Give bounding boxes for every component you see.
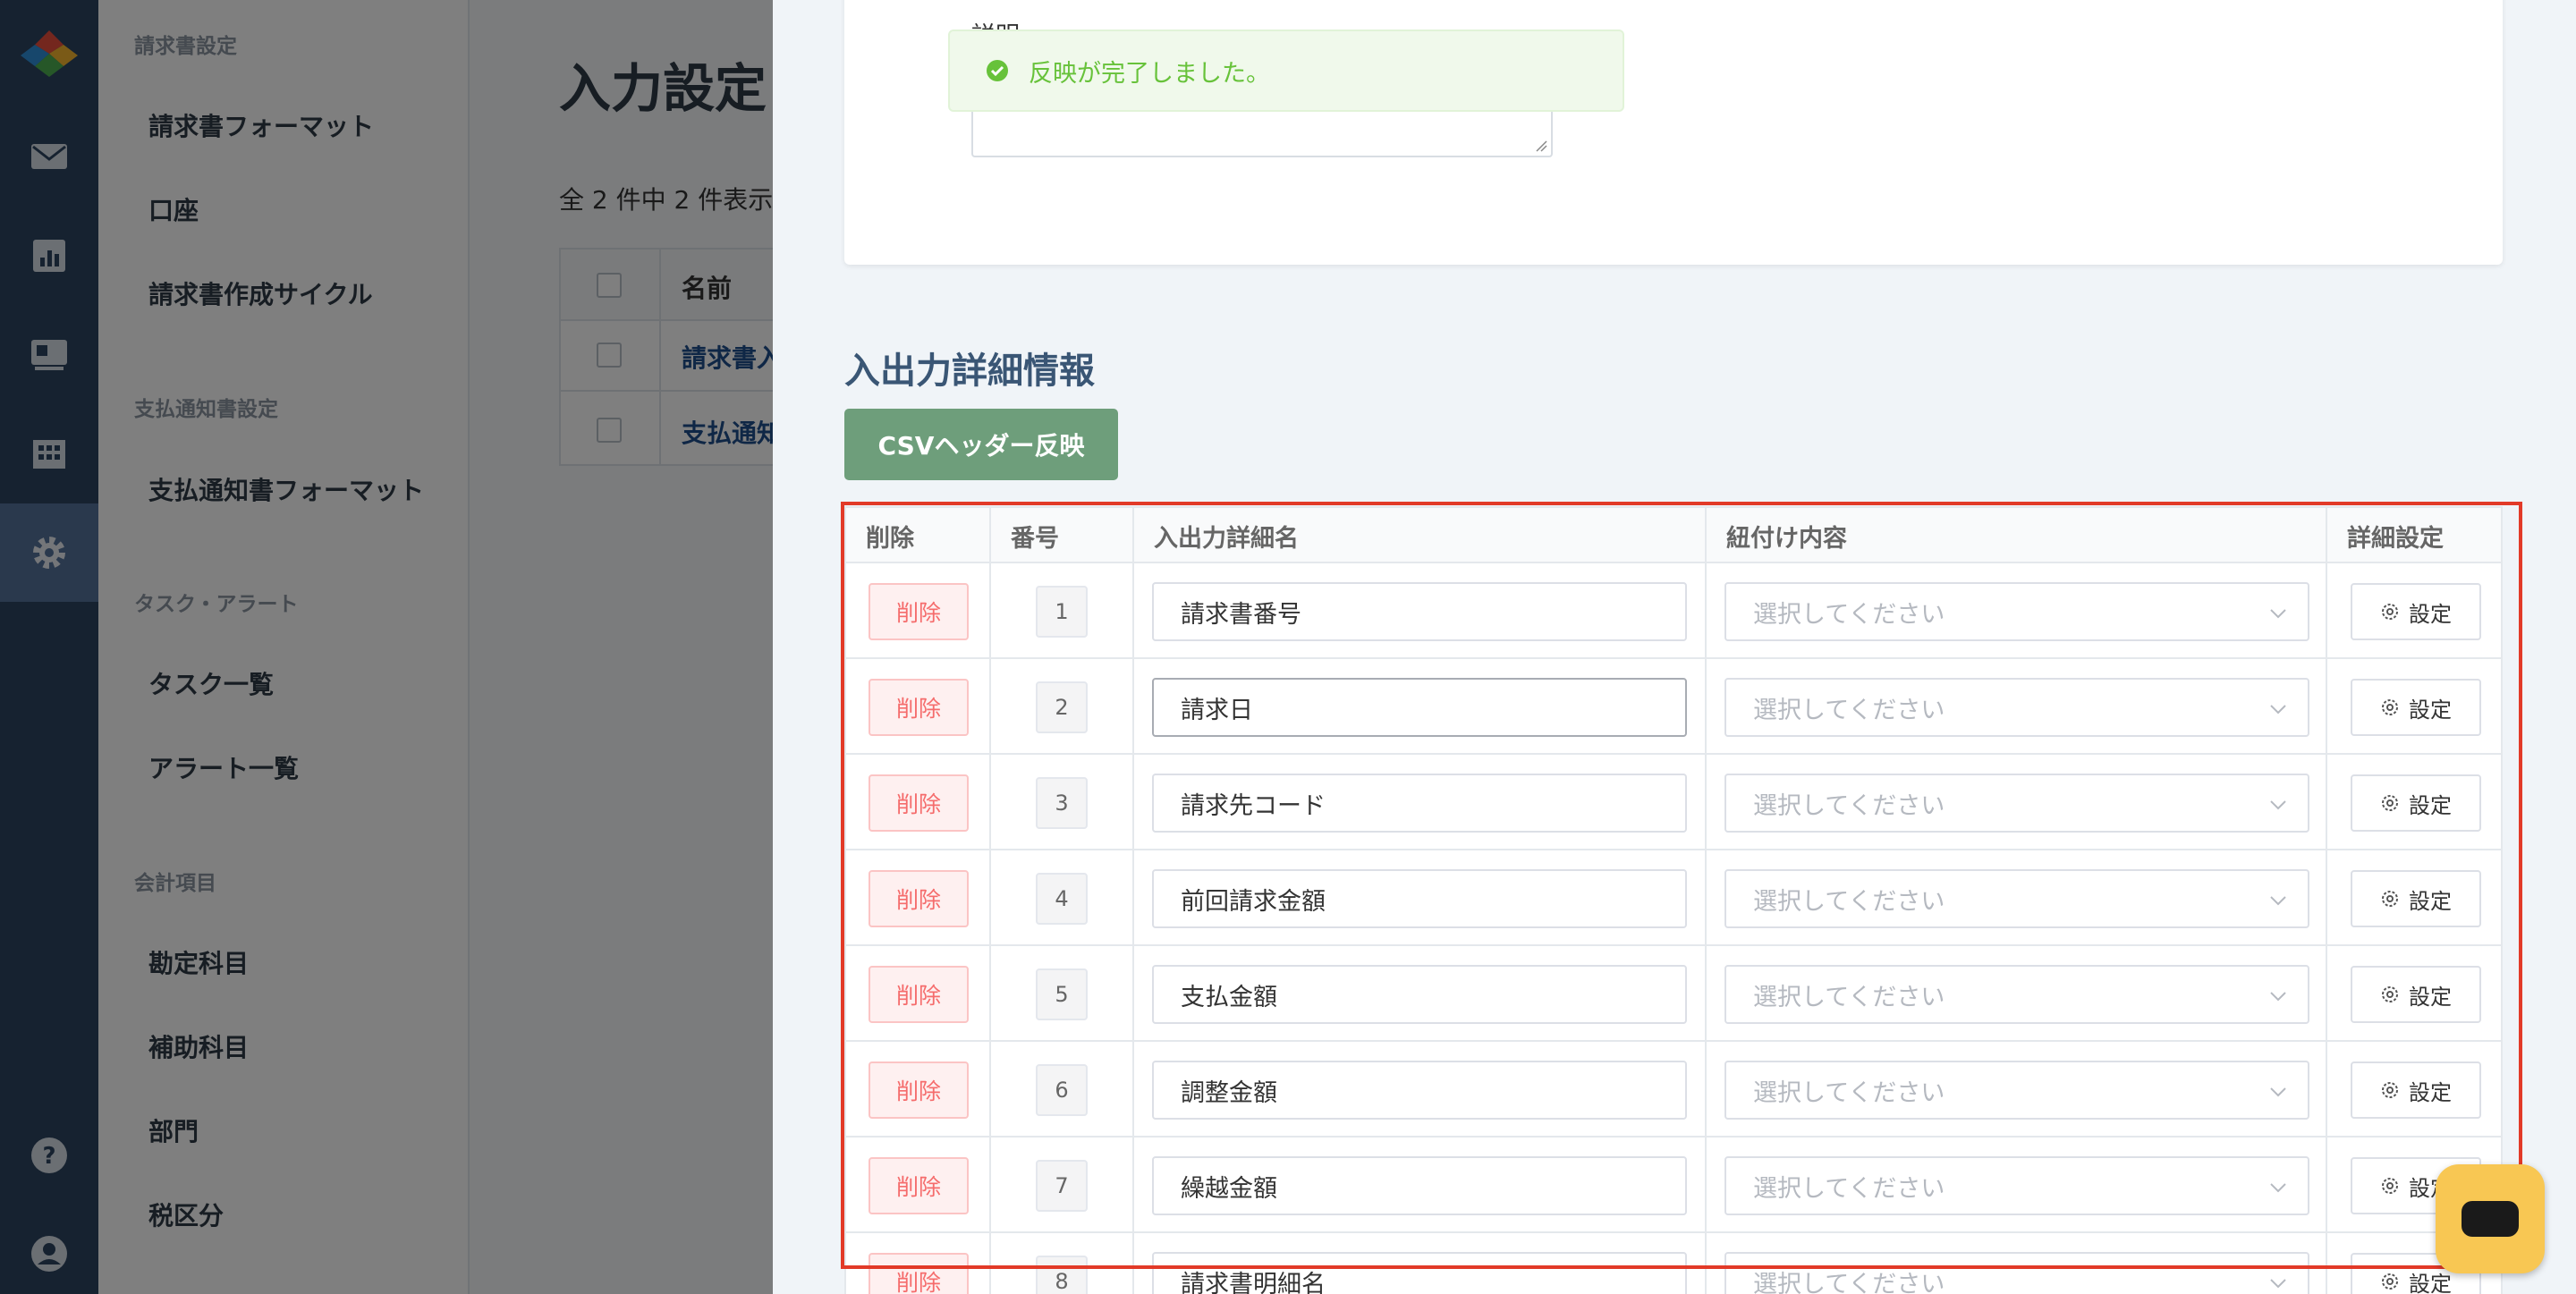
- chevron-down-icon: [2270, 1087, 2286, 1097]
- mapping-select[interactable]: 選択してください: [1724, 869, 2309, 928]
- mapping-select[interactable]: 選択してください: [1724, 582, 2309, 641]
- select-placeholder: 選択してください: [1753, 791, 1945, 820]
- detail-settings-button[interactable]: 設定: [2351, 679, 2481, 736]
- detail-name-input[interactable]: 請求日: [1152, 678, 1687, 737]
- column-header-mapping: 紐付け内容: [1726, 524, 1847, 553]
- app-root: ? 請求書設定 請求書フォーマット 口座 請求書作成サイクル 支払通知書設定 支…: [0, 0, 2576, 1294]
- column-header-name: 入出力詳細名: [1154, 524, 1299, 553]
- detail-settings-button[interactable]: 設定: [2351, 966, 2481, 1023]
- mapping-select[interactable]: 選択してください: [1724, 774, 2309, 833]
- select-placeholder: 選択してください: [1753, 1078, 1945, 1107]
- modal-backdrop[interactable]: [0, 0, 773, 1294]
- chevron-down-icon: [2270, 1183, 2286, 1193]
- delete-row-button[interactable]: 削除: [869, 966, 969, 1023]
- csv-header-apply-button[interactable]: CSVヘッダー反映: [844, 409, 1118, 480]
- select-placeholder: 選択してください: [1753, 887, 1945, 916]
- settings-label: 設定: [2409, 984, 2452, 1010]
- table-row: 削除 6 調整金額 選択してください 設定: [846, 1042, 2501, 1138]
- row-number: 5: [1036, 968, 1088, 1020]
- detail-name-input[interactable]: 繰越金額: [1152, 1156, 1687, 1215]
- table-header: 削除 番号 入出力詳細名 紐付け内容 詳細設定: [846, 506, 2501, 563]
- detail-settings-button[interactable]: 設定: [2351, 583, 2481, 640]
- detail-settings-button[interactable]: 設定: [2351, 870, 2481, 927]
- mapping-select[interactable]: 選択してください: [1724, 1061, 2309, 1120]
- mapping-select[interactable]: 選択してください: [1724, 965, 2309, 1024]
- gear-icon: [2382, 1082, 2398, 1098]
- detail-name-input[interactable]: 請求先コード: [1152, 774, 1687, 833]
- delete-row-button[interactable]: 削除: [869, 1253, 969, 1294]
- delete-row-button[interactable]: 削除: [869, 774, 969, 832]
- select-placeholder: 選択してください: [1753, 1174, 1945, 1203]
- settings-label: 設定: [2409, 601, 2452, 627]
- chat-launcher-button[interactable]: [2436, 1164, 2545, 1273]
- settings-label: 設定: [2409, 1079, 2452, 1105]
- section-title: 入出力詳細情報: [844, 351, 1095, 392]
- settings-label: 設定: [2409, 792, 2452, 818]
- mapping-select[interactable]: 選択してください: [1724, 1252, 2309, 1294]
- settings-label: 設定: [2409, 888, 2452, 914]
- settings-label: 設定: [2409, 1271, 2452, 1294]
- select-placeholder: 選択してください: [1753, 1270, 1945, 1294]
- mapping-select[interactable]: 選択してください: [1724, 1156, 2309, 1215]
- io-detail-table: 削除 番号 入出力詳細名 紐付け内容 詳細設定 削除 1 請求書番号 選択してく…: [844, 506, 2503, 1294]
- gear-icon: [2382, 1273, 2398, 1290]
- row-number: 3: [1036, 777, 1088, 829]
- detail-name-input[interactable]: 前回請求金額: [1152, 869, 1687, 928]
- chevron-down-icon: [2270, 992, 2286, 1002]
- delete-row-button[interactable]: 削除: [869, 583, 969, 640]
- gear-icon: [2382, 604, 2398, 620]
- detail-name-input[interactable]: 請求書明細名: [1152, 1252, 1687, 1294]
- gear-icon: [2382, 891, 2398, 907]
- delete-row-button[interactable]: 削除: [869, 870, 969, 927]
- delete-row-button[interactable]: 削除: [869, 679, 969, 736]
- gear-icon: [2382, 986, 2398, 1002]
- table-row: 削除 2 請求日 選択してください 設定: [846, 659, 2501, 755]
- delete-row-button[interactable]: 削除: [869, 1061, 969, 1119]
- gear-icon: [2382, 1178, 2398, 1194]
- table-row: 削除 8 請求書明細名 選択してください 設定: [846, 1233, 2501, 1294]
- chevron-down-icon: [2270, 1279, 2286, 1289]
- column-header-number: 番号: [1011, 524, 1059, 553]
- detail-settings-button[interactable]: 設定: [2351, 1061, 2481, 1119]
- row-number: 1: [1036, 586, 1088, 638]
- table-row: 削除 1 請求書番号 選択してください 設定: [846, 563, 2501, 659]
- table-row: 削除 7 繰越金額 選択してください 設定: [846, 1138, 2501, 1233]
- select-placeholder: 選択してください: [1753, 600, 1945, 629]
- row-number: 2: [1036, 681, 1088, 733]
- chevron-down-icon: [2270, 705, 2286, 715]
- detail-name-input[interactable]: 調整金額: [1152, 1061, 1687, 1120]
- detail-drawer: 説明 反映が完了しました。 入出力詳細情報 CSVヘッダー反映 削除 番号 入出…: [773, 0, 2576, 1294]
- select-placeholder: 選択してください: [1753, 696, 1945, 724]
- gear-icon: [2382, 699, 2398, 715]
- toast-message: 反映が完了しました。: [1029, 59, 1270, 88]
- row-number: 4: [1036, 873, 1088, 925]
- table-row: 削除 4 前回請求金額 選択してください 設定: [846, 850, 2501, 946]
- row-number: 8: [1036, 1256, 1088, 1294]
- success-toast: 反映が完了しました。: [948, 30, 1624, 112]
- mapping-select[interactable]: 選択してください: [1724, 678, 2309, 737]
- chevron-down-icon: [2270, 800, 2286, 810]
- table-row: 削除 3 請求先コード 選択してください 設定: [846, 755, 2501, 850]
- column-header-detail: 詳細設定: [2347, 524, 2444, 553]
- chevron-down-icon: [2270, 609, 2286, 619]
- table-row: 削除 5 支払金額 選択してください 設定: [846, 946, 2501, 1042]
- check-circle-icon: [987, 60, 1008, 81]
- detail-name-input[interactable]: 支払金額: [1152, 965, 1687, 1024]
- select-placeholder: 選択してください: [1753, 983, 1945, 1011]
- delete-row-button[interactable]: 削除: [869, 1157, 969, 1214]
- row-number: 7: [1036, 1160, 1088, 1212]
- row-number: 6: [1036, 1064, 1088, 1116]
- column-header-delete: 削除: [866, 524, 914, 553]
- detail-settings-button[interactable]: 設定: [2351, 774, 2481, 832]
- detail-name-input[interactable]: 請求書番号: [1152, 582, 1687, 641]
- resize-grip-icon[interactable]: [1535, 140, 1547, 152]
- gear-icon: [2382, 795, 2398, 811]
- chat-bubble-icon: [2462, 1201, 2519, 1237]
- chevron-down-icon: [2270, 896, 2286, 906]
- settings-label: 設定: [2409, 697, 2452, 723]
